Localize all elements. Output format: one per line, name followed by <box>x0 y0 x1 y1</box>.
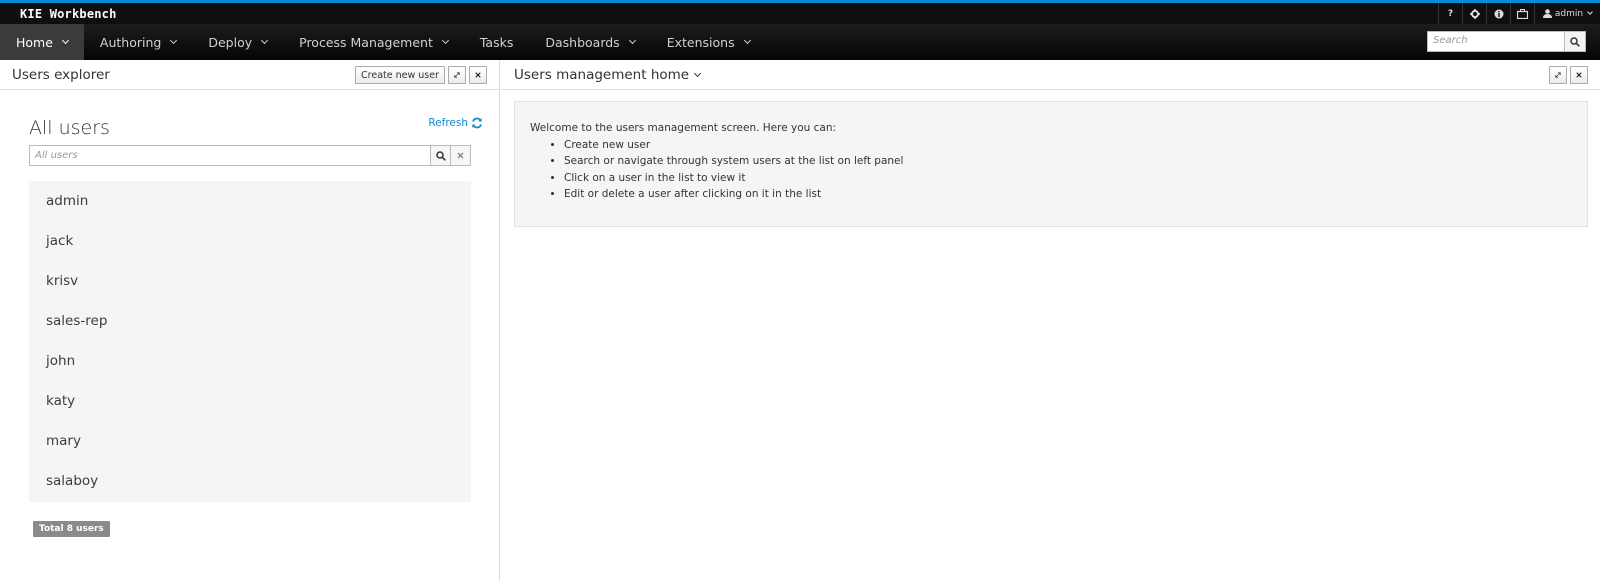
settings-gear-icon[interactable] <box>1462 3 1486 24</box>
user-list-item[interactable]: jack <box>29 221 471 261</box>
chevron-down-icon <box>170 36 178 44</box>
chevron-down-icon <box>441 36 449 44</box>
user-list-item[interactable]: salaboy <box>29 461 471 501</box>
nav-item-authoring[interactable]: Authoring <box>84 24 192 60</box>
panel-header: Users management home <box>501 60 1600 90</box>
total-users-badge: Total 8 users <box>33 521 110 537</box>
brand-logo[interactable]: KIE Workbench <box>20 7 117 21</box>
user-name: admin <box>1554 8 1584 19</box>
nav-item-deploy[interactable]: Deploy <box>192 24 283 60</box>
nav-label: Home <box>16 34 53 50</box>
nav-label: Process Management <box>299 34 433 50</box>
user-menu[interactable]: admin <box>1534 3 1600 24</box>
welcome-list: Create new user Search or navigate throu… <box>564 137 1572 203</box>
clear-search-icon[interactable] <box>451 145 471 166</box>
close-icon[interactable] <box>1570 66 1588 84</box>
help-icon[interactable]: ? <box>1438 3 1462 24</box>
users-management-home-panel: Users management home Welcome to the use… <box>501 60 1600 581</box>
users-heading: All users <box>29 117 110 139</box>
welcome-intro: Welcome to the users management screen. … <box>530 122 837 134</box>
nav-item-dashboards[interactable]: Dashboards <box>529 24 650 60</box>
panel-header: Users explorer Create new user <box>0 60 499 90</box>
chevron-down-icon <box>628 36 636 44</box>
welcome-list-item: Create new user <box>564 137 1572 154</box>
nav-item-tasks[interactable]: Tasks <box>464 24 530 60</box>
chevron-down-icon <box>694 69 702 77</box>
top-bar: KIE Workbench ? admin <box>0 0 1600 24</box>
welcome-box: Welcome to the users management screen. … <box>514 101 1588 227</box>
welcome-list-item: Click on a user in the list to view it <box>564 170 1572 187</box>
search-icon[interactable] <box>431 145 451 166</box>
users-search-input[interactable]: All users <box>29 145 431 166</box>
panel-header-buttons <box>1549 66 1588 84</box>
user-list-item[interactable]: krisv <box>29 261 471 301</box>
maximize-icon[interactable] <box>448 66 466 84</box>
briefcase-icon[interactable] <box>1510 3 1534 24</box>
global-search: Search <box>1427 31 1586 52</box>
nav-label: Tasks <box>479 34 514 50</box>
chevron-down-icon <box>743 36 751 44</box>
panel-title-dropdown[interactable]: Users management home <box>514 66 702 83</box>
users-area: All users Refresh All users <box>29 117 483 166</box>
info-icon[interactable] <box>1486 3 1510 24</box>
search-icon[interactable] <box>1565 31 1586 52</box>
users-search-row: All users <box>29 145 471 166</box>
user-list-item[interactable]: admin <box>29 181 471 221</box>
panel-title: Users management home <box>514 66 690 83</box>
chevron-down-icon <box>61 36 69 44</box>
nav-label: Extensions <box>666 34 735 50</box>
user-list-item[interactable]: john <box>29 341 471 381</box>
welcome-list-item: Search or navigate through system users … <box>564 153 1572 170</box>
nav-item-extensions[interactable]: Extensions <box>651 24 766 60</box>
main-nav: Home Authoring Deploy Process Management… <box>0 24 1600 60</box>
close-icon[interactable] <box>469 66 487 84</box>
chevron-down-icon <box>261 36 269 44</box>
user-list: admin jack krisv sales-rep john katy mar… <box>29 181 471 502</box>
nav-label: Dashboards <box>545 34 620 50</box>
refresh-label: Refresh <box>428 117 468 129</box>
refresh-link[interactable]: Refresh <box>428 117 483 129</box>
refresh-icon <box>472 117 482 129</box>
user-icon <box>1542 9 1552 18</box>
maximize-icon[interactable] <box>1549 66 1567 84</box>
panel-title: Users explorer <box>12 66 110 83</box>
nav-label: Deploy <box>208 34 253 50</box>
welcome-list-item: Edit or delete a user after clicking on … <box>564 186 1572 203</box>
users-explorer-panel: Users explorer Create new user All users… <box>0 60 500 581</box>
chevron-down-icon <box>1587 9 1593 15</box>
user-list-item[interactable]: katy <box>29 381 471 421</box>
utility-menu: ? admin <box>1438 3 1600 24</box>
panel-header-buttons: Create new user <box>355 66 487 84</box>
global-search-input[interactable]: Search <box>1427 31 1565 52</box>
user-list-item[interactable]: sales-rep <box>29 301 471 341</box>
user-list-item[interactable]: mary <box>29 421 471 461</box>
create-new-user-button[interactable]: Create new user <box>355 66 445 84</box>
nav-item-process-management[interactable]: Process Management <box>283 24 464 60</box>
nav-item-home[interactable]: Home <box>0 24 84 60</box>
nav-label: Authoring <box>99 34 162 50</box>
